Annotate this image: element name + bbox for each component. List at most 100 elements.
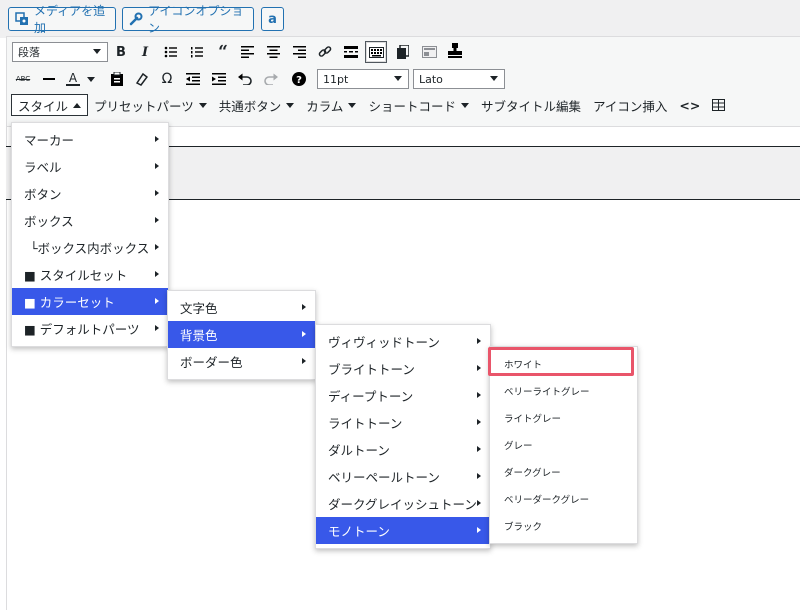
chevron-right-icon <box>155 190 159 196</box>
menu-item-very-dark-gray[interactable]: ベリーダークグレー <box>490 485 637 512</box>
menu-item-dark-grayish-tone[interactable]: ダークグレイッシュトーン <box>316 490 490 517</box>
bullet-list-button[interactable] <box>161 42 181 62</box>
text-color-button[interactable]: A <box>63 69 83 89</box>
menu-item-box[interactable]: ボックス <box>12 207 168 234</box>
toolbar-toggle-button[interactable] <box>365 41 387 63</box>
menu-item-bright-tone[interactable]: ブライトトーン <box>316 355 490 382</box>
shortcode-label: ショートコード <box>368 98 456 114</box>
copy-button[interactable] <box>393 42 413 62</box>
menu-item-deep-tone[interactable]: ディープトーン <box>316 382 490 409</box>
menu-item-button-style[interactable]: ボタン <box>12 180 168 207</box>
clear-formatting-button[interactable] <box>131 69 151 89</box>
font-family-select[interactable]: Lato <box>413 69 505 89</box>
chevron-right-icon <box>155 271 159 277</box>
add-media-label: メディアを追加 <box>34 4 106 35</box>
chevron-right-icon <box>302 358 306 364</box>
text-color-dropdown[interactable] <box>85 69 97 89</box>
blockquote-button[interactable]: “ <box>213 42 233 62</box>
column-label: カラム <box>306 98 344 114</box>
chevron-right-icon <box>477 500 481 506</box>
menu-item-background-color[interactable]: 背景色 <box>168 321 315 348</box>
clipboard-icon <box>111 72 123 86</box>
text-color-swatch <box>66 83 80 86</box>
font-size-select[interactable]: 11pt <box>317 69 409 89</box>
omega-icon: Ω <box>161 71 173 87</box>
common-button-dropdown[interactable]: 共通ボタン <box>213 94 301 116</box>
paste-text-button[interactable] <box>107 69 127 89</box>
format-select[interactable]: 段落 <box>12 42 108 62</box>
insert-icon-label: アイコン挿入 <box>592 98 668 114</box>
align-left-button[interactable] <box>237 42 257 62</box>
menu-item-style-set[interactable]: ■ スタイルセット <box>12 261 168 288</box>
menu-item-label-style[interactable]: ラベル <box>12 153 168 180</box>
code-icon: <> <box>679 97 701 113</box>
menu-item-light-gray[interactable]: ライトグレー <box>490 404 637 431</box>
menu-item-gray[interactable]: グレー <box>490 431 637 458</box>
menu-item-label: ■ スタイルセット <box>24 268 128 283</box>
align-right-button[interactable] <box>289 42 309 62</box>
chevron-down-icon <box>348 102 357 108</box>
icon-option-label: アイコンオプション <box>148 4 244 35</box>
help-button[interactable]: ? <box>289 69 309 89</box>
chevron-right-icon <box>477 527 481 533</box>
menu-item-label: ダークグレイッシュトーン <box>328 497 477 512</box>
format-select-value: 段落 <box>18 46 40 59</box>
column-dropdown[interactable]: カラム <box>300 94 362 116</box>
menu-item-label: モノトーン <box>328 524 390 539</box>
menu-item-vivid-tone[interactable]: ヴィヴィッドトーン <box>316 328 490 355</box>
code-button[interactable]: <> <box>673 94 706 116</box>
menu-item-box-in-box[interactable]: └ボックス内ボックス <box>12 234 168 261</box>
chevron-up-icon <box>73 102 82 108</box>
insert-icon-button[interactable]: アイコン挿入 <box>587 94 673 116</box>
menu-item-black[interactable]: ブラック <box>490 512 637 539</box>
undo-button[interactable] <box>235 69 255 89</box>
add-media-button[interactable]: メディアを追加 <box>8 4 116 35</box>
chevron-right-icon <box>155 217 159 223</box>
menu-item-label: マーカー <box>24 133 75 148</box>
menu-item-label: ■ カラーセット <box>24 295 115 310</box>
menu-item-label: グレー <box>504 440 533 452</box>
wrench-icon <box>129 12 143 26</box>
italic-button[interactable]: I <box>135 42 155 62</box>
chevron-down-icon <box>198 102 207 108</box>
amazon-button[interactable]: a <box>261 7 284 31</box>
bold-button[interactable]: B <box>111 42 131 62</box>
menu-item-default-parts[interactable]: ■ デフォルトパーツ <box>12 315 168 342</box>
style-dropdown-label: スタイル <box>18 98 69 114</box>
menu-item-border-color[interactable]: ボーダー色 <box>168 348 315 375</box>
stamp-button[interactable] <box>445 41 465 61</box>
strikethrough-button[interactable]: ABC <box>13 69 33 89</box>
table-button[interactable] <box>706 94 731 116</box>
menu-item-label: 文字色 <box>180 301 218 316</box>
editor-toolbar: 段落 B I “ ABC A Ω ? 11pt Lato スタイル プリセットパ… <box>7 37 800 127</box>
menu-item-label: ラベル <box>24 160 62 175</box>
special-character-button[interactable]: Ω <box>157 69 177 89</box>
menu-item-marker[interactable]: マーカー <box>12 126 168 153</box>
indent-button[interactable] <box>209 69 229 89</box>
menu-item-mono-tone[interactable]: モノトーン <box>316 517 490 544</box>
style-dropdown[interactable]: スタイル <box>11 94 89 116</box>
align-center-button[interactable] <box>263 42 283 62</box>
style-menu: マーカー ラベル ボタン ボックス └ボックス内ボックス ■ スタイルセット ■… <box>11 122 169 347</box>
redo-icon <box>264 73 278 85</box>
subtitle-edit-button[interactable]: サブタイトル編集 <box>475 94 587 116</box>
insert-link-button[interactable] <box>315 42 335 62</box>
chevron-right-icon <box>477 365 481 371</box>
menu-item-very-pale-tone[interactable]: ベリーペールトーン <box>316 463 490 490</box>
outdent-button[interactable] <box>183 69 203 89</box>
template-button[interactable] <box>419 42 439 62</box>
icon-option-button[interactable]: アイコンオプション <box>122 4 254 35</box>
menu-item-light-tone[interactable]: ライトトーン <box>316 409 490 436</box>
menu-item-label: ダルトーン <box>328 443 390 458</box>
menu-item-very-light-gray[interactable]: ベリーライトグレー <box>490 377 637 404</box>
menu-item-text-color[interactable]: 文字色 <box>168 294 315 321</box>
preset-parts-dropdown[interactable]: プリセットパーツ <box>88 94 213 116</box>
horizontal-line-button[interactable] <box>39 69 59 89</box>
numbered-list-button[interactable] <box>187 42 207 62</box>
redo-button[interactable] <box>261 69 281 89</box>
menu-item-dull-tone[interactable]: ダルトーン <box>316 436 490 463</box>
menu-item-color-set[interactable]: ■ カラーセット <box>12 288 168 315</box>
menu-item-dark-gray[interactable]: ダークグレー <box>490 458 637 485</box>
shortcode-dropdown[interactable]: ショートコード <box>362 94 475 116</box>
read-more-button[interactable] <box>341 42 361 62</box>
